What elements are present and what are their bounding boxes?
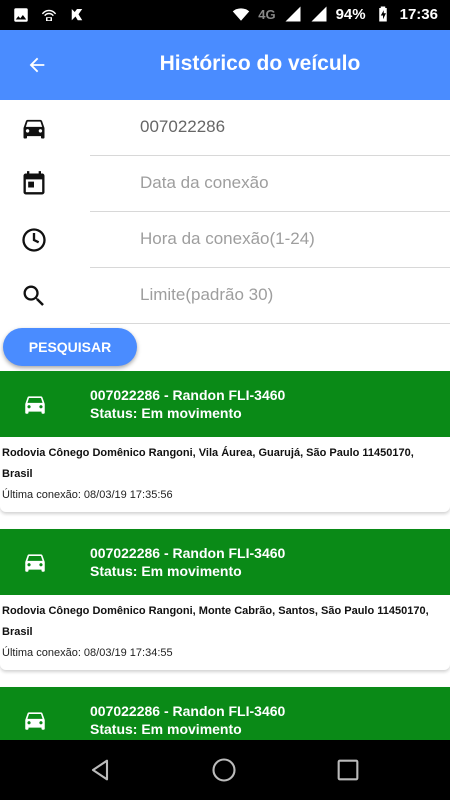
status-bar: 4G 94% 17:36	[0, 0, 450, 30]
result-status: Status: Em movimento	[90, 405, 242, 421]
vehicle-input[interactable]	[90, 100, 450, 154]
nav-home-icon[interactable]	[210, 756, 238, 784]
car-icon	[25, 554, 45, 572]
clock-icon	[22, 228, 46, 252]
nav-back-icon[interactable]	[86, 756, 114, 784]
result-card-header: 007022286 - Randon FLI-3460 Status: Em m…	[0, 371, 450, 437]
wifi-icon	[233, 8, 250, 21]
result-last-connection: Última conexão: 08/03/19 17:34:55	[2, 647, 173, 659]
hour-input[interactable]	[90, 212, 450, 266]
hotspot-icon	[41, 9, 57, 21]
car-icon	[25, 712, 45, 730]
search-button[interactable]: PESQUISAR	[3, 328, 137, 366]
result-card-header: 007022286 - Randon FLI-3460 Status: Em m…	[0, 687, 450, 740]
app-bar: Histórico do veículo	[0, 30, 450, 100]
vehicle-row	[0, 100, 450, 156]
result-last-connection: Última conexão: 08/03/19 17:35:56	[2, 489, 173, 501]
result-address: Rodovia Cônego Domênico Rangoni, Vila Áu…	[2, 447, 414, 480]
system-nav-bar	[0, 740, 450, 800]
signal-icon	[285, 6, 301, 22]
result-address: Rodovia Cônego Domênico Rangoni, Monte C…	[2, 605, 429, 638]
result-card-header: 007022286 - Randon FLI-3460 Status: Em m…	[0, 529, 450, 595]
result-title: 007022286 - Randon FLI-3460	[90, 545, 286, 561]
search-icon	[23, 285, 44, 306]
result-title: 007022286 - Randon FLI-3460	[90, 703, 286, 719]
limit-input[interactable]	[90, 268, 450, 322]
result-title: 007022286 - Randon FLI-3460	[90, 387, 286, 403]
result-status: Status: Em movimento	[90, 721, 242, 737]
result-card-body: Rodovia Cônego Domênico Rangoni, Monte C…	[0, 595, 450, 670]
date-row	[0, 156, 450, 212]
app-check-icon	[71, 9, 83, 21]
result-card[interactable]: 007022286 - Randon FLI-3460 Status: Em m…	[0, 529, 450, 670]
page-title: Histórico do veículo	[159, 52, 361, 75]
clock: 17:36	[399, 5, 438, 23]
hour-row	[0, 212, 450, 268]
signal-icon	[311, 6, 327, 22]
results-list: 007022286 - Randon FLI-3460 Status: Em m…	[0, 371, 450, 740]
date-input[interactable]	[90, 156, 450, 210]
image-icon	[14, 8, 28, 22]
result-status: Status: Em movimento	[90, 563, 242, 579]
nav-recents-icon[interactable]	[334, 756, 362, 784]
car-icon	[25, 396, 45, 414]
network-type: 4G	[258, 6, 276, 22]
search-form	[0, 100, 450, 324]
result-card[interactable]: 007022286 - Randon FLI-3460 Status: Em m…	[0, 687, 450, 740]
result-card[interactable]: 007022286 - Randon FLI-3460 Status: Em m…	[0, 371, 450, 512]
result-card-body: Rodovia Cônego Domênico Rangoni, Vila Áu…	[0, 437, 450, 512]
limit-row	[0, 268, 450, 324]
calendar-icon	[23, 171, 45, 195]
battery-percentage: 94%	[335, 5, 366, 23]
battery-charging-icon	[378, 6, 387, 22]
car-icon	[23, 119, 45, 139]
